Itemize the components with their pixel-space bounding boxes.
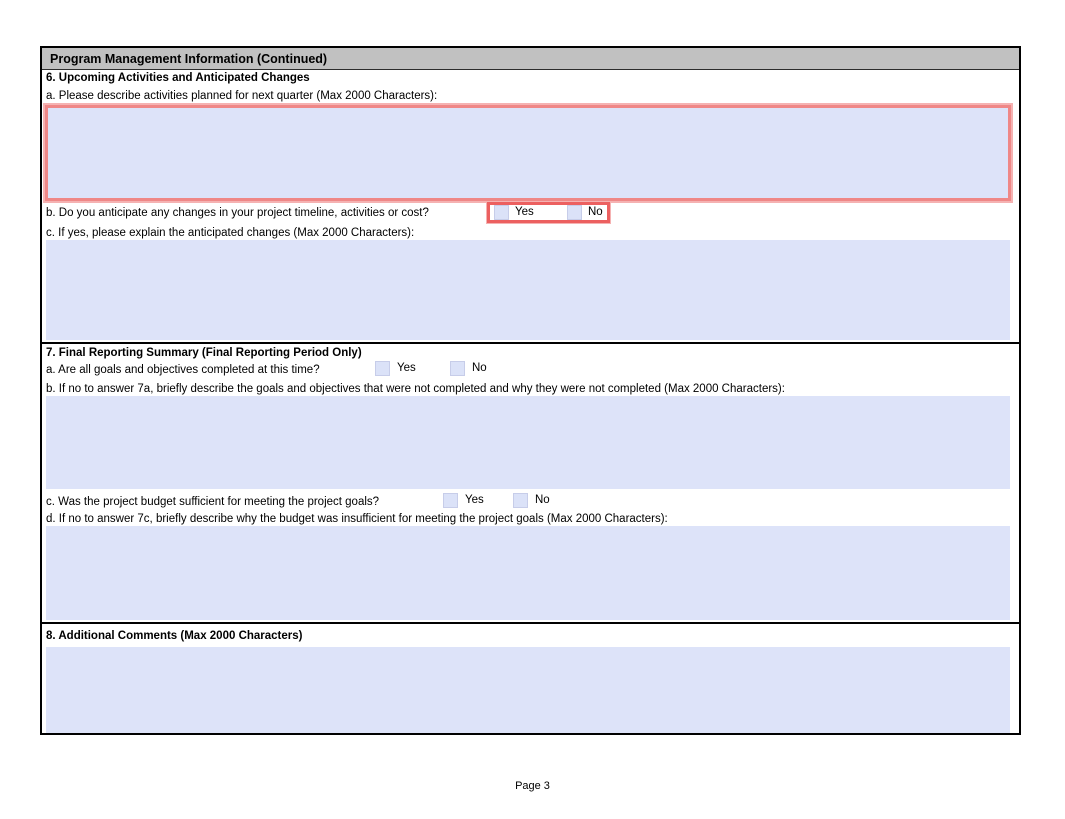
section-divider (42, 342, 1019, 344)
anticipate-changes-yes-label: Yes (515, 205, 534, 220)
goals-completed-yes-checkbox[interactable] (375, 361, 390, 376)
anticipate-changes-no-label: No (588, 205, 603, 220)
activities-next-quarter-textarea[interactable] (45, 105, 1011, 201)
goals-completed-no-label: No (472, 361, 487, 376)
budget-insufficient-textarea[interactable] (46, 526, 1010, 620)
budget-sufficient-no-label: No (535, 493, 550, 508)
section8-heading: 8. Additional Comments (Max 2000 Charact… (46, 629, 302, 643)
section-header-title: Program Management Information (Continue… (50, 52, 327, 66)
anticipate-changes-yes-no-group: Yes No (487, 202, 610, 223)
section6b-label: b. Do you anticipate any changes in your… (46, 206, 429, 220)
section-header-bar: Program Management Information (Continue… (42, 48, 1019, 70)
form-page: Program Management Information (Continue… (40, 46, 1021, 735)
section-divider (42, 622, 1019, 624)
anticipate-changes-no-checkbox[interactable] (567, 205, 582, 220)
section7c-label: c. Was the project budget sufficient for… (46, 495, 379, 509)
additional-comments-textarea[interactable] (46, 647, 1010, 733)
page-number: Page 3 (0, 780, 1065, 792)
section7b-label: b. If no to answer 7a, briefly describe … (46, 382, 785, 396)
budget-sufficient-no-checkbox[interactable] (513, 493, 528, 508)
goals-completed-yes-label: Yes (397, 361, 416, 376)
section6c-label: c. If yes, please explain the anticipate… (46, 226, 414, 240)
section7d-label: d. If no to answer 7c, briefly describe … (46, 512, 668, 526)
goals-completed-no-checkbox[interactable] (450, 361, 465, 376)
section7a-label: a. Are all goals and objectives complete… (46, 363, 320, 377)
section7-heading: 7. Final Reporting Summary (Final Report… (46, 346, 362, 360)
anticipate-changes-yes-checkbox[interactable] (494, 205, 509, 220)
section6a-label: a. Please describe activities planned fo… (46, 89, 437, 103)
goals-not-completed-textarea[interactable] (46, 396, 1010, 489)
anticipated-changes-textarea[interactable] (46, 240, 1010, 340)
budget-sufficient-yes-checkbox[interactable] (443, 493, 458, 508)
section6-heading: 6. Upcoming Activities and Anticipated C… (46, 71, 310, 85)
budget-sufficient-yes-label: Yes (465, 493, 484, 508)
